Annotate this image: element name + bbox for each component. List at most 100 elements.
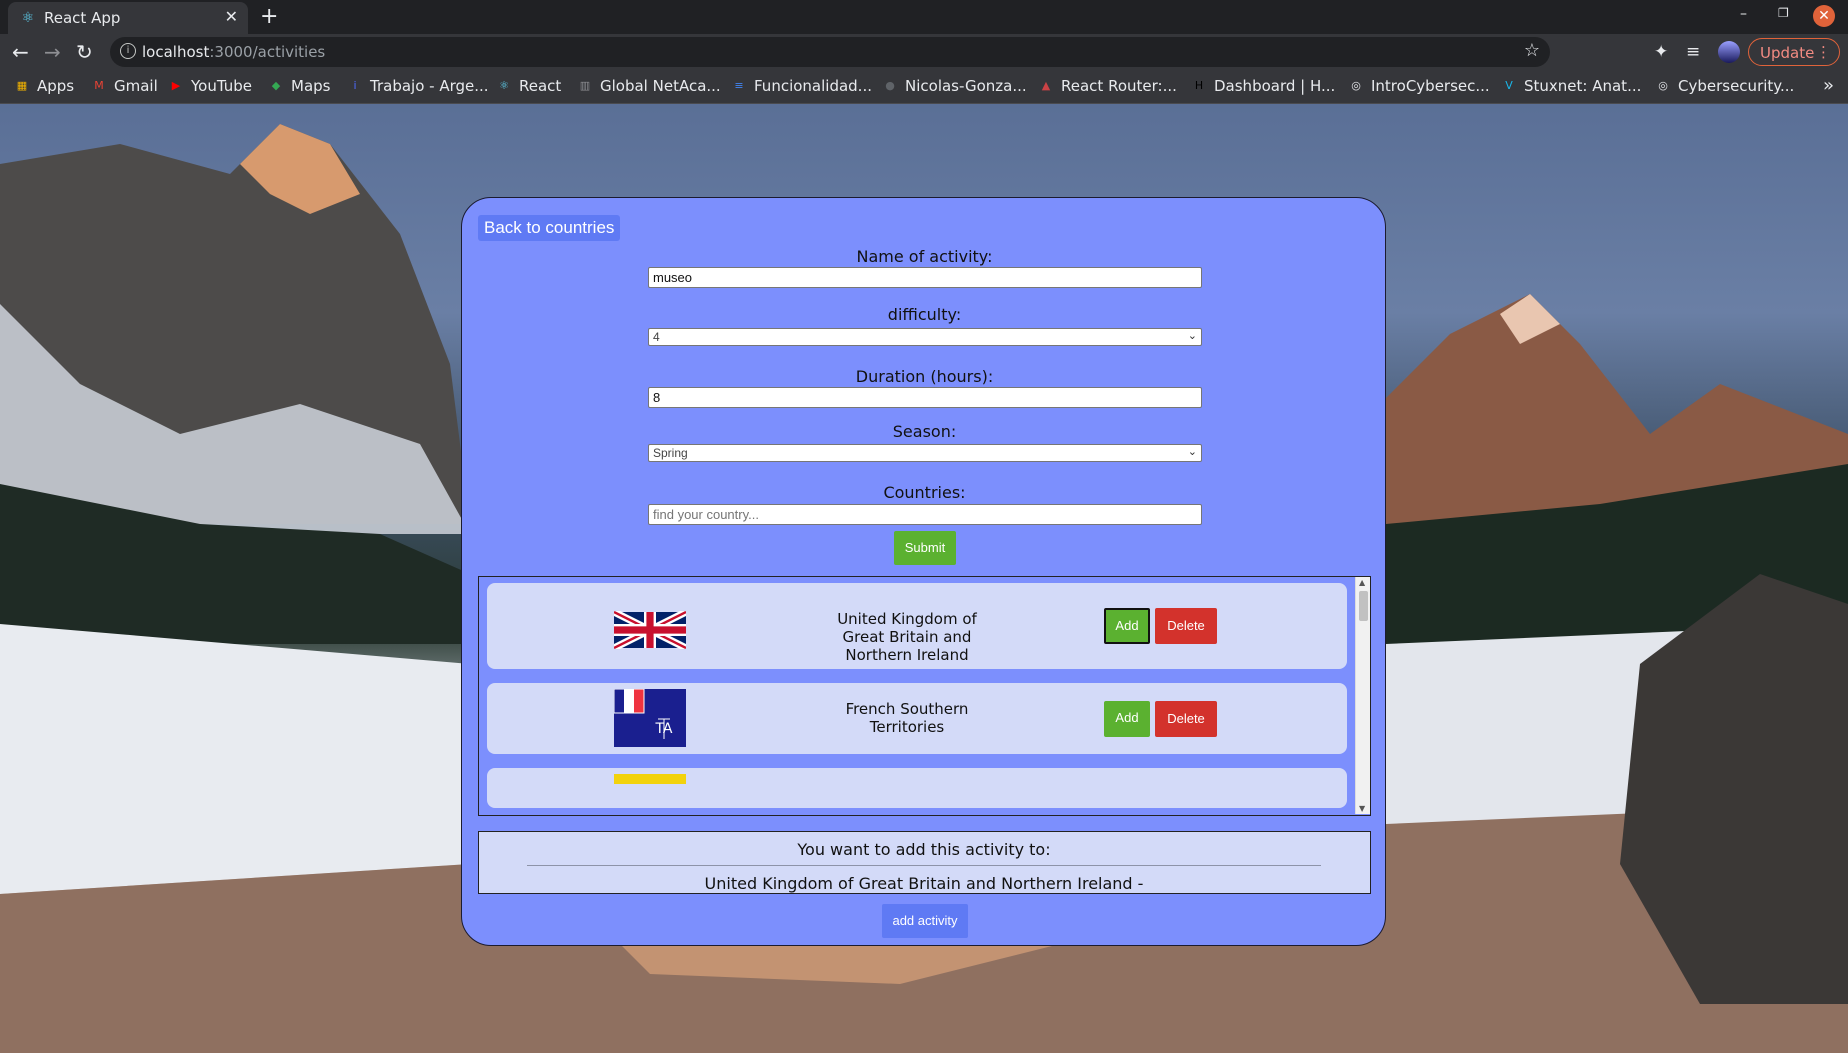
add-country-button[interactable]: Add	[1104, 608, 1150, 644]
more-bookmarks-icon[interactable]: »	[1823, 75, 1834, 96]
forward-arrow-icon[interactable]: →	[44, 40, 61, 64]
react-icon: ⚛	[499, 79, 509, 92]
country-row: United Kingdom of Great Britain and Nort…	[487, 583, 1347, 669]
country-list-scrollbar[interactable]: ▲ ▼	[1355, 577, 1370, 814]
browser-tab-bar: ⚛ React App ✕ + – ❐ ✕	[0, 0, 1848, 34]
countries-label: Countries:	[883, 483, 966, 502]
bookmark-item[interactable]: ▥ Global NetAca...	[577, 77, 721, 95]
react-router-icon: ▲	[1041, 79, 1051, 92]
extensions-puzzle-icon[interactable]: ✦	[1654, 42, 1668, 62]
bookmark-label: Stuxnet: Anat...	[1524, 77, 1642, 95]
maps-icon: ◆	[271, 79, 281, 92]
henry-icon: H	[1194, 79, 1204, 92]
reload-icon[interactable]: ↻	[76, 40, 93, 64]
activity-name-input[interactable]: museo	[648, 267, 1202, 288]
docs-icon: ≡	[734, 79, 744, 92]
activity-form-card: Back to countries Name of activity: muse…	[461, 197, 1386, 946]
bookmark-label: Gmail	[114, 77, 158, 95]
bookmarks-bar: ▦ Apps M Gmail ▶ YouTube ◆ Maps i Trabajo - Arge.…	[0, 70, 1848, 104]
globe-icon: ◎	[1351, 79, 1361, 92]
bookmark-label: Funcionalidad...	[754, 77, 872, 95]
add-country-button[interactable]: Add	[1104, 701, 1150, 737]
bookmark-label: IntroCybersec...	[1371, 77, 1490, 95]
summary-title: You want to add this activity to:	[797, 840, 1051, 859]
uk-flag-icon	[614, 611, 686, 649]
scroll-up-icon[interactable]: ▲	[1359, 578, 1365, 587]
globe-icon: ◎	[1658, 79, 1668, 92]
bookmark-item[interactable]: ≡ Funcionalidad...	[731, 77, 872, 95]
bookmark-label: React Router:...	[1061, 77, 1177, 95]
partial-flag-icon	[614, 774, 686, 784]
scroll-down-icon[interactable]: ▼	[1359, 804, 1365, 813]
gmail-icon: M	[94, 79, 104, 92]
bookmark-label: Apps	[37, 77, 75, 95]
minimize-icon[interactable]: –	[1740, 6, 1747, 22]
season-select[interactable]: Spring ⌄	[648, 444, 1202, 462]
add-activity-button[interactable]: add activity	[882, 904, 968, 938]
bookmark-label: YouTube	[191, 77, 252, 95]
country-list[interactable]: United Kingdom of Great Britain and Nort…	[478, 576, 1371, 816]
site-info-icon[interactable]: i	[120, 43, 136, 59]
github-icon: ●	[885, 79, 895, 92]
tab-close-icon[interactable]: ✕	[225, 7, 238, 26]
difficulty-selected-value: 4	[653, 330, 660, 344]
delete-country-button[interactable]: Delete	[1155, 701, 1217, 737]
cisco-icon: ▥	[579, 79, 591, 92]
bookmark-item[interactable]: M Gmail	[91, 77, 158, 95]
bookmark-label: Cybersecurity...	[1678, 77, 1795, 95]
country-search-input[interactable]: find your country...	[648, 504, 1202, 525]
bookmark-item[interactable]: ▦ Apps	[14, 77, 74, 95]
browser-toolbar: ← → ↻ i localhost:3000/activities ☆ ✦ ≡ …	[0, 34, 1848, 70]
back-arrow-icon[interactable]: ←	[12, 40, 29, 64]
bookmark-item[interactable]: ▶ YouTube	[168, 77, 252, 95]
vimeo-icon: V	[1505, 79, 1513, 92]
country-row	[487, 768, 1347, 808]
bookmark-item[interactable]: i Trabajo - Arge...	[347, 77, 489, 95]
bookmark-item[interactable]: H Dashboard | H...	[1191, 77, 1335, 95]
scrollbar-thumb[interactable]	[1359, 591, 1368, 621]
media-queue-icon[interactable]: ≡	[1686, 42, 1700, 62]
profile-avatar[interactable]	[1718, 41, 1740, 63]
difficulty-label: difficulty:	[887, 305, 962, 324]
restore-icon[interactable]: ❐	[1778, 6, 1789, 20]
menu-dots-icon[interactable]: ⋮	[1816, 43, 1831, 61]
duration-label: Duration (hours):	[855, 367, 994, 386]
country-name: United Kingdom of Great Britain and Nort…	[837, 610, 977, 664]
bookmark-item[interactable]: ▲ React Router:...	[1038, 77, 1177, 95]
chevron-down-icon: ⌄	[1187, 446, 1197, 458]
back-to-countries-button[interactable]: Back to countries	[478, 215, 621, 241]
bookmark-star-icon[interactable]: ☆	[1524, 40, 1540, 61]
chevron-down-icon: ⌄	[1187, 330, 1197, 342]
delete-country-button[interactable]: Delete	[1155, 608, 1217, 644]
youtube-icon: ▶	[171, 79, 181, 92]
update-button[interactable]: Update ⋮	[1748, 38, 1840, 66]
bookmark-item[interactable]: ● Nicolas-Gonza...	[882, 77, 1027, 95]
selected-countries-summary: You want to add this activity to: United…	[478, 831, 1371, 894]
address-bar[interactable]: i localhost:3000/activities ☆	[110, 37, 1550, 67]
new-tab-button[interactable]: +	[260, 4, 278, 29]
duration-input[interactable]: 8	[648, 387, 1202, 408]
react-favicon-icon: ⚛	[21, 10, 35, 26]
url-text: localhost:3000/activities	[142, 43, 326, 61]
bookmark-item[interactable]: ⚛ React	[496, 77, 561, 95]
page-background: Back to countries Name of activity: muse…	[0, 104, 1848, 1053]
summary-divider	[527, 865, 1321, 866]
bookmark-label: Global NetAca...	[600, 77, 721, 95]
country-name: French Southern Territories	[845, 700, 969, 736]
summary-country-list: United Kingdom of Great Britain and Nort…	[704, 874, 1144, 893]
bookmark-item[interactable]: ◎ IntroCybersec...	[1348, 77, 1490, 95]
bookmark-label: Dashboard | H...	[1214, 77, 1336, 95]
bookmark-item[interactable]: ◆ Maps	[268, 77, 331, 95]
submit-button[interactable]: Submit	[894, 531, 956, 565]
difficulty-select[interactable]: 4 ⌄	[648, 328, 1202, 346]
browser-tab[interactable]: ⚛ React App ✕	[8, 2, 248, 34]
bookmark-item[interactable]: ◎ Cybersecurity...	[1655, 77, 1794, 95]
season-label: Season:	[892, 422, 957, 441]
name-label: Name of activity:	[856, 247, 993, 266]
bookmark-label: Trabajo - Arge...	[370, 77, 489, 95]
apps-grid-icon: ▦	[16, 79, 28, 92]
window-close-icon[interactable]: ✕	[1813, 5, 1835, 27]
bookmark-label: Nicolas-Gonza...	[905, 77, 1027, 95]
bookmark-item[interactable]: V Stuxnet: Anat...	[1501, 77, 1641, 95]
country-row: TA French Southern Territories Add Delet…	[487, 683, 1347, 754]
